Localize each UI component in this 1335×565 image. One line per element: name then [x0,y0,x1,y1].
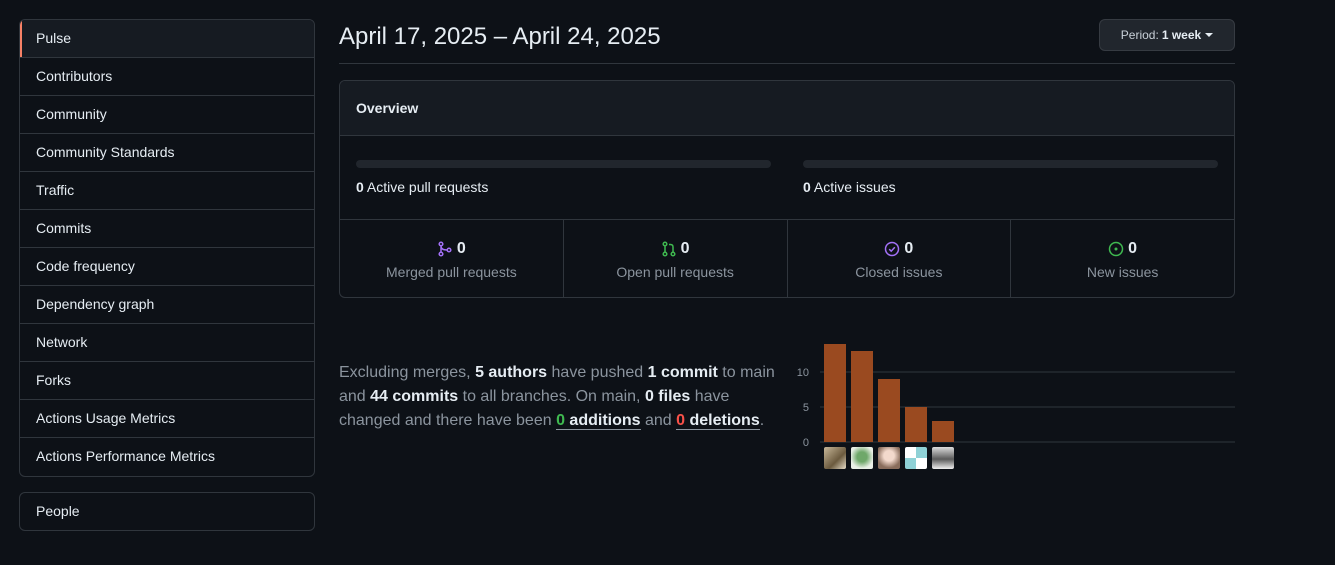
author-avatar[interactable] [824,447,846,469]
commits-all: 44 commits [370,388,459,405]
author-avatar[interactable] [932,447,954,469]
chart-bar[interactable] [932,421,954,442]
deletions-link[interactable]: 0 deletions [676,412,760,430]
insights-sidebar: Pulse Contributors Community Community S… [19,19,315,477]
active-issues-bar [803,160,1218,168]
chart-bar[interactable] [905,407,927,442]
period-select-button[interactable]: Period: 1 week [1099,19,1235,51]
stat-closed-issues[interactable]: 0 Closed issues [788,220,1012,297]
commits-main: 1 commit [647,364,718,381]
chart-bar[interactable] [851,351,873,442]
chart-y-tick-label: 0 [803,437,809,449]
sidebar-item-community[interactable]: Community [20,96,314,134]
sidebar-item-contributors[interactable]: Contributors [20,58,314,96]
overview-summary: 0 Active pull requests 0 Active issues [340,136,1234,220]
sidebar-item-dependency-graph[interactable]: Dependency graph [20,286,314,324]
stat-new-issues[interactable]: 0 New issues [1011,220,1234,297]
stat-open-prs[interactable]: 0 Open pull requests [564,220,788,297]
additions-count: 0 [556,412,565,429]
active-prs-count: 0 [356,179,364,195]
authors-count: 5 authors [475,364,548,381]
open-prs-label: Open pull requests [616,264,734,280]
closed-issues-count: 0 [904,240,914,257]
summary-text-6: and [640,412,677,429]
active-prs-bar [356,160,771,168]
overview-title: Overview [340,81,1234,136]
date-range-title: April 17, 2025 – April 24, 2025 [339,23,661,50]
merge-icon [438,241,452,257]
active-issues-label: Active issues [813,179,896,195]
overview-stats: 0 Merged pull requests 0 Open pull reque… [340,220,1234,297]
additions-label: additions [564,412,641,429]
open-prs-count: 0 [680,240,690,257]
merged-prs-label: Merged pull requests [386,264,517,280]
summary-text-1: Excluding merges, [339,364,476,381]
new-issues-count: 0 [1128,240,1138,257]
issue-closed-icon [885,241,900,257]
sidebar-item-people[interactable]: People [20,493,314,530]
pull-request-icon [662,241,676,257]
chart-bar[interactable] [878,379,900,442]
header-divider [339,63,1235,64]
files-changed: 0 files [644,388,691,405]
sidebar-item-forks[interactable]: Forks [20,362,314,400]
chart-y-tick-label: 10 [797,367,809,379]
author-avatar[interactable] [905,447,927,469]
summary-text-4: to all branches. On main, [458,388,645,405]
sidebar-item-actions-usage-metrics[interactable]: Actions Usage Metrics [20,400,314,438]
active-prs-label: Active pull requests [366,179,489,195]
active-issues-text[interactable]: 0 Active issues [803,179,896,195]
period-prefix: Period: [1120,28,1159,42]
active-issues-count: 0 [803,179,811,195]
insights-sidebar-secondary: People [19,492,315,531]
sidebar-item-code-frequency[interactable]: Code frequency [20,248,314,286]
chart-y-tick-label: 5 [803,402,809,414]
period-value: 1 week [1161,28,1202,42]
deletions-label: deletions [685,412,760,429]
merged-prs-count: 0 [456,240,466,257]
sidebar-item-community-standards[interactable]: Community Standards [20,134,314,172]
issue-opened-icon [1108,241,1124,257]
stat-merged-prs[interactable]: 0 Merged pull requests [340,220,564,297]
sidebar-item-pulse[interactable]: Pulse [20,20,314,58]
summary-text-7: . [759,412,765,429]
new-issues-label: New issues [1086,264,1159,280]
summary-text-2: have pushed [547,364,648,381]
active-prs-text[interactable]: 0 Active pull requests [356,179,488,195]
closed-issues-label: Closed issues [855,264,943,280]
caret-down-icon [1205,33,1214,37]
sidebar-item-actions-performance-metrics[interactable]: Actions Performance Metrics [20,438,314,476]
sidebar-item-network[interactable]: Network [20,324,314,362]
sidebar-item-traffic[interactable]: Traffic [20,172,314,210]
commit-summary: Excluding merges, 5 authors have pushed … [339,361,789,433]
commits-by-author-chart: 0 5 10 [790,330,1235,475]
sidebar-item-commits[interactable]: Commits [20,210,314,248]
deletions-count: 0 [676,412,686,429]
author-avatar[interactable] [851,447,873,469]
author-avatar[interactable] [878,447,900,469]
overview-box: Overview 0 Active pull requests 0 Active… [339,80,1235,298]
additions-link[interactable]: 0 additions [556,412,641,430]
chart-bar[interactable] [824,344,846,442]
